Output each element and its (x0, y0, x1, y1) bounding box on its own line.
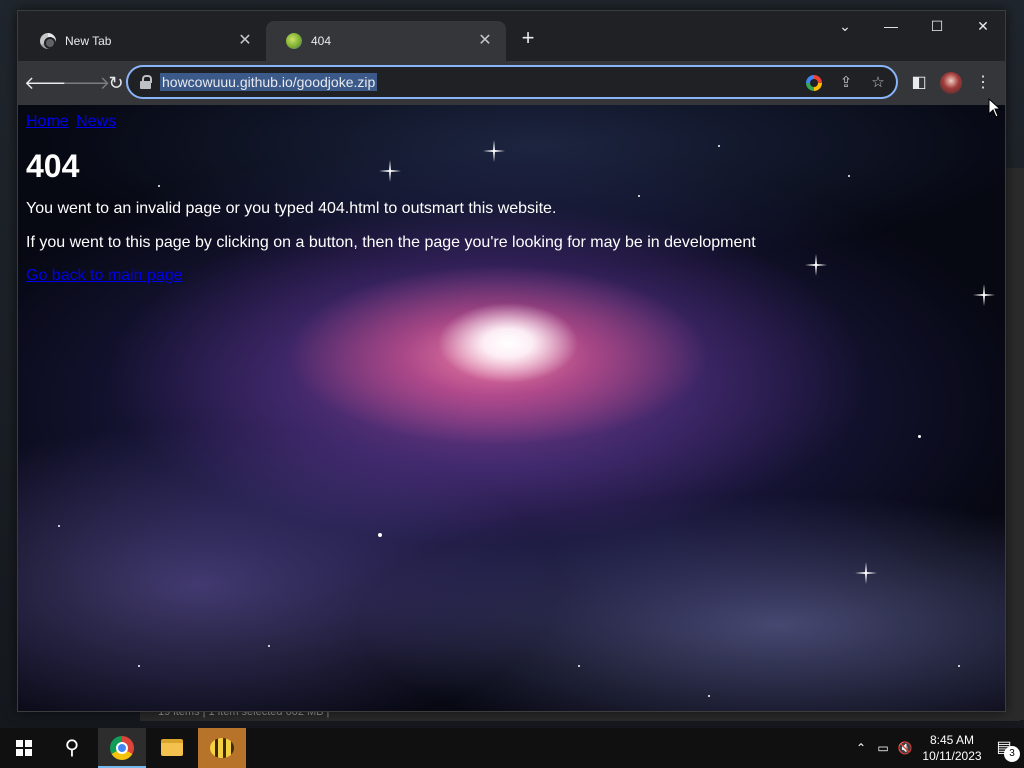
more-menu-icon[interactable]: ⋮ (967, 67, 999, 99)
page-content: Home News 404 You went to an invalid pag… (26, 113, 756, 285)
folder-icon (161, 739, 183, 756)
star (58, 525, 60, 527)
tab-search-dropdown-icon[interactable]: ⌄ (822, 11, 868, 41)
profile-button[interactable] (935, 67, 967, 99)
close-icon[interactable]: ✕ (476, 32, 494, 50)
search-icon: ⚲ (64, 737, 80, 759)
clock-time: 8:45 AM (929, 733, 975, 747)
star (848, 175, 850, 177)
address-bar[interactable]: howcowuuu.github.io/goodjoke.zip ⇪ ☆ (126, 65, 898, 99)
address-bar-actions: ⇪ ☆ (802, 71, 890, 95)
chevron-up-icon[interactable]: ⌃ (850, 741, 872, 755)
back-button[interactable]: 🡐 (24, 67, 72, 99)
star (958, 665, 960, 667)
taskbar-chrome[interactable] (98, 728, 146, 768)
minimize-button[interactable]: — (868, 11, 914, 41)
bee-icon (210, 738, 234, 758)
tab-title: 404 (311, 34, 332, 48)
globe-icon (286, 33, 302, 49)
development-note: If you went to this page by clicking on … (26, 234, 756, 251)
star (378, 533, 382, 537)
tab-title: New Tab (65, 34, 112, 48)
side-panel-icon[interactable]: ◧ (903, 67, 935, 99)
page-viewport: Home News 404 You went to an invalid pag… (18, 105, 1005, 711)
bookmark-star-icon[interactable]: ☆ (866, 71, 890, 95)
chrome-icon (110, 736, 134, 760)
star-sparkle (805, 254, 827, 276)
search-button[interactable]: ⚲ (48, 728, 96, 768)
close-window-button[interactable]: ✕ (960, 11, 1006, 41)
url-text[interactable]: howcowuuu.github.io/goodjoke.zip (160, 73, 378, 91)
site-nav: Home News (26, 113, 756, 131)
taskbar-bee-app[interactable] (198, 728, 246, 768)
toolbar-right: ◧ ⋮ (903, 67, 999, 99)
page-title: 404 (26, 148, 80, 184)
star (918, 435, 921, 438)
taskbar-file-explorer[interactable] (148, 728, 196, 768)
network-icon[interactable]: ▭ (872, 741, 894, 755)
taskbar: ⚲ ⌃ ▭ 🔇 8:45 AM 10/11/2023 ▤ 3 (0, 728, 1024, 768)
chrome-icon (40, 33, 56, 49)
start-button[interactable] (0, 728, 48, 768)
volume-muted-icon[interactable]: 🔇 (894, 741, 916, 755)
notification-center-button[interactable]: ▤ 3 (984, 728, 1024, 768)
background-window (1005, 168, 1024, 720)
lock-icon[interactable] (140, 75, 152, 89)
error-message: You went to an invalid page or you typed… (26, 200, 557, 217)
star-sparkle (855, 562, 877, 584)
star (708, 695, 710, 697)
star (138, 665, 140, 667)
star (268, 645, 270, 647)
clock-date: 10/11/2023 (922, 749, 982, 763)
clock[interactable]: 8:45 AM 10/11/2023 (920, 732, 984, 764)
tab-new-tab[interactable]: New Tab ✕ (20, 21, 266, 61)
avatar (940, 72, 962, 94)
share-icon[interactable]: ⇪ (834, 71, 858, 95)
close-icon[interactable]: ✕ (236, 32, 254, 50)
new-tab-button[interactable]: + (514, 25, 542, 53)
mouse-cursor-icon (988, 98, 1002, 118)
tab-strip: New Tab ✕ 404 ✕ + ⌄ — ☐ ✕ (18, 11, 1005, 61)
nav-link-news[interactable]: News (76, 113, 116, 130)
forward-button[interactable]: 🡒 (62, 67, 110, 99)
browser-window: New Tab ✕ 404 ✕ + ⌄ — ☐ ✕ 🡐 🡒 ↻ howcowuu… (17, 10, 1006, 712)
tab-404[interactable]: 404 ✕ (266, 21, 506, 61)
system-tray: ⌃ ▭ 🔇 8:45 AM 10/11/2023 ▤ 3 (850, 728, 1024, 768)
browser-toolbar: 🡐 🡒 ↻ howcowuuu.github.io/goodjoke.zip ⇪… (18, 61, 1005, 105)
star (578, 665, 580, 667)
back-to-main-link[interactable]: Go back to main page (26, 267, 183, 285)
maximize-button[interactable]: ☐ (914, 11, 960, 41)
windows-logo-icon (16, 740, 32, 756)
star-sparkle (973, 284, 995, 306)
google-lens-icon[interactable] (806, 75, 822, 91)
nav-link-home[interactable]: Home (26, 113, 69, 130)
notification-badge: 3 (1004, 746, 1020, 762)
